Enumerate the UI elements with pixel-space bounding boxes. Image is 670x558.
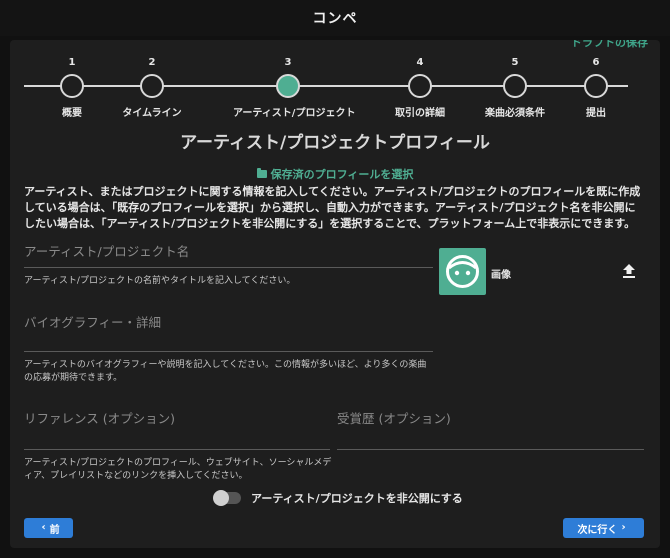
avatar-face-icon[interactable] — [439, 248, 486, 295]
toggle-knob — [213, 490, 229, 506]
step-3[interactable]: 3 アーティスト/プロジェクト — [233, 56, 356, 119]
step-label: 提出 — [586, 108, 606, 119]
step-label: タイムライン — [122, 108, 182, 119]
draft-save-link[interactable]: ドラフトの保存 — [571, 40, 648, 50]
step-2[interactable]: 2 タイムライン — [97, 56, 207, 119]
biography-helper: アーティストのバイオグラフィーや説明を記入してください。この情報が多いほど、より… — [24, 360, 427, 383]
page-title: アーティスト/プロジェクトプロフィール — [180, 133, 490, 153]
awards-input[interactable]: 受賞歴 (オプション) — [337, 408, 451, 427]
step-circle — [584, 74, 608, 98]
artist-name-helper: アーティスト/プロジェクトの名前やタイトルを記入してください。 — [24, 276, 296, 286]
reference-helper: アーティスト/プロジェクトのプロフィール、ウェブサイト、ソーシャルメディア、プレ… — [24, 458, 332, 481]
upload-icon[interactable] — [622, 263, 636, 279]
step-circle — [140, 74, 164, 98]
step-number: 4 — [416, 57, 424, 68]
folder-icon — [256, 168, 267, 178]
progress-stepper: 1 概要 2 タイムライン 3 アーティスト/プロジェクト 4 取引の詳細 5 … — [24, 56, 628, 119]
prev-button-label: 前 — [49, 524, 60, 536]
chevron-left-icon: ‹ — [41, 521, 46, 533]
step-label: アーティスト/プロジェクト — [233, 108, 356, 119]
reference-underline — [24, 449, 330, 450]
biography-underline — [24, 351, 433, 352]
private-toggle[interactable] — [213, 490, 241, 506]
reference-input[interactable]: リファレンス (オプション) — [24, 408, 175, 427]
step-circle — [503, 74, 527, 98]
window-title-bar: コンペ — [0, 0, 670, 36]
step-number: 2 — [148, 57, 156, 68]
chevron-right-icon: › — [621, 521, 626, 533]
next-button-label: 次に行く — [577, 524, 618, 536]
window-title: コンペ — [312, 11, 358, 27]
artist-name-underline — [24, 267, 433, 268]
step-6[interactable]: 6 提出 — [541, 56, 651, 119]
artist-name-input[interactable]: アーティスト/プロジェクト名 — [24, 241, 189, 260]
select-saved-profile-link[interactable]: 保存済のプロフィールを選択 — [10, 166, 660, 182]
saved-profile-label: 保存済のプロフィールを選択 — [270, 168, 414, 181]
step-number: 3 — [284, 57, 292, 68]
step-circle — [60, 74, 84, 98]
step-circle — [408, 74, 432, 98]
step-circle-active — [276, 74, 300, 98]
prev-button[interactable]: ‹ 前 — [24, 518, 73, 538]
form-panel: ドラフトの保存 1 概要 2 タイムライン 3 アーティスト/プロジェクト 4 … — [10, 40, 660, 548]
biography-input[interactable]: バイオグラフィー・詳細 — [24, 312, 161, 331]
private-toggle-row: アーティスト/プロジェクトを非公開にする — [213, 489, 463, 507]
next-button[interactable]: 次に行く › — [563, 518, 644, 538]
form-description: アーティスト、またはプロジェクトに関する情報を記入してください。アーティスト/プ… — [24, 185, 641, 230]
awards-underline — [337, 449, 644, 450]
step-number: 6 — [592, 57, 600, 68]
step-label: 取引の詳細 — [395, 108, 445, 119]
image-label: 画像 — [491, 270, 511, 281]
step-4[interactable]: 4 取引の詳細 — [365, 56, 475, 119]
private-toggle-label: アーティスト/プロジェクトを非公開にする — [251, 492, 463, 505]
